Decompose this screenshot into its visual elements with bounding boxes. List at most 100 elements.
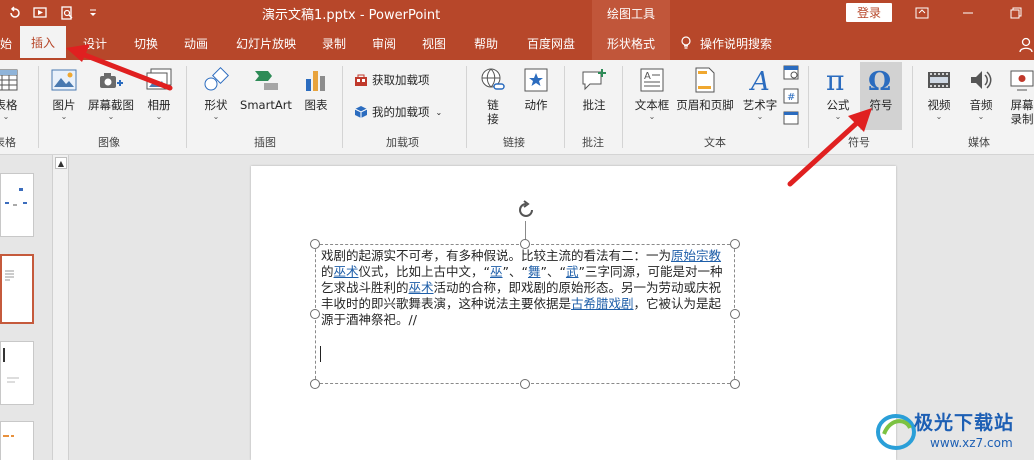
group-label-media: 媒体 xyxy=(968,136,990,149)
hyperlink-martial[interactable]: 武 xyxy=(566,264,579,279)
rotate-handle-icon[interactable] xyxy=(515,199,537,221)
hyperlink-wu[interactable]: 巫 xyxy=(490,264,503,279)
group-separator xyxy=(912,66,913,148)
action-label: 动作 xyxy=(524,98,548,112)
comment-button[interactable]: 批注 xyxy=(574,64,614,112)
screen-record-icon xyxy=(1006,64,1034,96)
get-addins-button[interactable]: 获取加载项 xyxy=(354,72,430,88)
screen-recording-button[interactable]: 屏幕 录制 xyxy=(1004,64,1034,126)
tab-animations[interactable]: 动画 xyxy=(178,26,214,60)
slide-thumbnail-selected[interactable] xyxy=(0,254,34,324)
restore-icon[interactable] xyxy=(1004,2,1028,24)
chevron-down-icon: ⌄ xyxy=(648,112,656,121)
group-label-text: 文本 xyxy=(704,136,726,149)
tab-design[interactable]: 设计 xyxy=(78,26,112,60)
symbol-label: 符号 xyxy=(869,98,893,112)
camera-icon xyxy=(95,64,127,96)
object-button[interactable] xyxy=(782,110,800,130)
group-label-addins: 加载项 xyxy=(386,136,419,149)
header-footer-button[interactable]: 页眉和页脚 xyxy=(674,64,736,112)
tab-shape-format[interactable]: 形状格式 xyxy=(592,26,670,60)
chart-button[interactable]: 图表 xyxy=(298,64,334,112)
tab-slideshow[interactable]: 幻灯片放映 xyxy=(228,26,304,60)
shapes-label: 形状 xyxy=(204,98,228,112)
slide-thumbnail[interactable] xyxy=(0,173,34,237)
slide-thumbnail[interactable] xyxy=(0,421,34,460)
ribbon-display-icon[interactable] xyxy=(910,2,934,24)
smartart-icon xyxy=(250,64,282,96)
tab-transitions[interactable]: 切换 xyxy=(128,26,164,60)
photo-album-button[interactable]: 相册 ⌄ xyxy=(141,64,177,122)
resize-handle-left[interactable] xyxy=(310,309,320,319)
screenshot-button[interactable]: 屏幕截图 ⌄ xyxy=(86,64,136,122)
group-label-table: 表格 xyxy=(0,136,16,149)
tab-view[interactable]: 视图 xyxy=(416,26,452,60)
link-button[interactable]: 链 接 xyxy=(476,64,510,126)
start-from-beginning-icon[interactable] xyxy=(30,3,52,23)
text-run: ”、“ xyxy=(540,264,566,279)
chevron-down-icon: ⌄ xyxy=(212,112,220,121)
group-label-symbols: 符号 xyxy=(848,136,870,149)
account-icon[interactable] xyxy=(1014,34,1034,56)
comment-icon xyxy=(578,64,610,96)
date-time-button[interactable] xyxy=(782,64,800,84)
resize-handle-top-left[interactable] xyxy=(310,239,320,249)
thumbnails-scrollbar[interactable]: ▲ xyxy=(52,155,69,460)
slide-thumbnail[interactable] xyxy=(0,341,34,405)
minimize-icon[interactable] xyxy=(956,2,980,24)
customize-qat-icon[interactable] xyxy=(82,3,104,23)
thumb-content xyxy=(5,188,27,208)
hyperlink-primitive-religion[interactable]: 原始宗教 xyxy=(671,248,721,263)
resize-handle-bottom-right[interactable] xyxy=(730,379,740,389)
action-button[interactable]: 动作 xyxy=(518,64,554,112)
resize-handle-right[interactable] xyxy=(730,309,740,319)
hyperlink-dance[interactable]: 舞 xyxy=(528,264,541,279)
slide-number-button[interactable]: # xyxy=(782,88,800,108)
tab-help[interactable]: 帮助 xyxy=(468,26,504,60)
wordart-button[interactable]: A 艺术字 ⌄ xyxy=(740,64,780,122)
textbox-icon: A xyxy=(636,64,668,96)
group-separator xyxy=(466,66,467,148)
album-icon xyxy=(143,64,175,96)
group-separator xyxy=(564,66,565,148)
tab-baidu-netdisk[interactable]: 百度网盘 xyxy=(520,26,582,60)
pictures-button[interactable]: 图片 ⌄ xyxy=(46,64,82,122)
tab-home[interactable]: 始 xyxy=(0,26,16,60)
smartart-button[interactable]: SmartArt xyxy=(238,64,294,112)
resize-handle-top[interactable] xyxy=(520,239,530,249)
watermark-url: www.xz7.com xyxy=(930,436,1013,450)
login-button[interactable]: 登录 xyxy=(846,3,892,22)
comment-label: 批注 xyxy=(582,98,606,112)
my-addins-button[interactable]: 我的加载项 ⌄ xyxy=(354,104,442,120)
table-button[interactable]: 表格 ⌄ xyxy=(0,64,20,122)
symbol-button[interactable]: Ω 符号 xyxy=(860,62,902,130)
svg-text:π: π xyxy=(826,66,844,94)
hyperlink-greek-drama[interactable]: 古希腊戏剧 xyxy=(571,296,634,311)
ribbon-tabs: 始 插入 设计 切换 动画 幻灯片放映 录制 审阅 视图 帮助 百度网盘 形状格… xyxy=(0,26,1034,60)
resize-handle-bottom-left[interactable] xyxy=(310,379,320,389)
print-preview-icon[interactable] xyxy=(56,3,78,23)
shapes-button[interactable]: 形状 ⌄ xyxy=(196,64,236,122)
audio-button[interactable]: 音频 ⌄ xyxy=(962,64,1000,122)
slide-text-body[interactable]: 戏剧的起源实不可考，有多种假说。比较主流的看法有二：一为原始宗教的巫术仪式，比如… xyxy=(321,248,731,328)
hyperlink-witchcraft-2[interactable]: 巫术 xyxy=(409,280,434,295)
header-footer-label: 页眉和页脚 xyxy=(676,98,734,112)
hyperlink-witchcraft[interactable]: 巫术 xyxy=(334,264,359,279)
scroll-up-icon[interactable]: ▲ xyxy=(55,157,67,169)
group-label-links: 链接 xyxy=(503,136,525,149)
text-run: 的 xyxy=(321,264,334,279)
video-button[interactable]: 视频 ⌄ xyxy=(920,64,958,122)
tab-review[interactable]: 审阅 xyxy=(366,26,402,60)
equation-button[interactable]: π 公式 ⌄ xyxy=(818,64,858,122)
album-label: 相册 xyxy=(147,98,171,112)
resize-handle-bottom[interactable] xyxy=(520,379,530,389)
redo-icon[interactable] xyxy=(4,3,26,23)
shapes-icon xyxy=(200,64,232,96)
chevron-down-icon: ⌄ xyxy=(155,112,163,121)
resize-handle-top-right[interactable] xyxy=(730,239,740,249)
textbox-button[interactable]: A 文本框 ⌄ xyxy=(630,64,674,122)
svg-text:A: A xyxy=(749,67,770,94)
tell-me-search[interactable]: 操作说明搜索 xyxy=(680,26,784,60)
tab-record[interactable]: 录制 xyxy=(316,26,352,60)
tab-insert[interactable]: 插入 xyxy=(20,26,66,60)
